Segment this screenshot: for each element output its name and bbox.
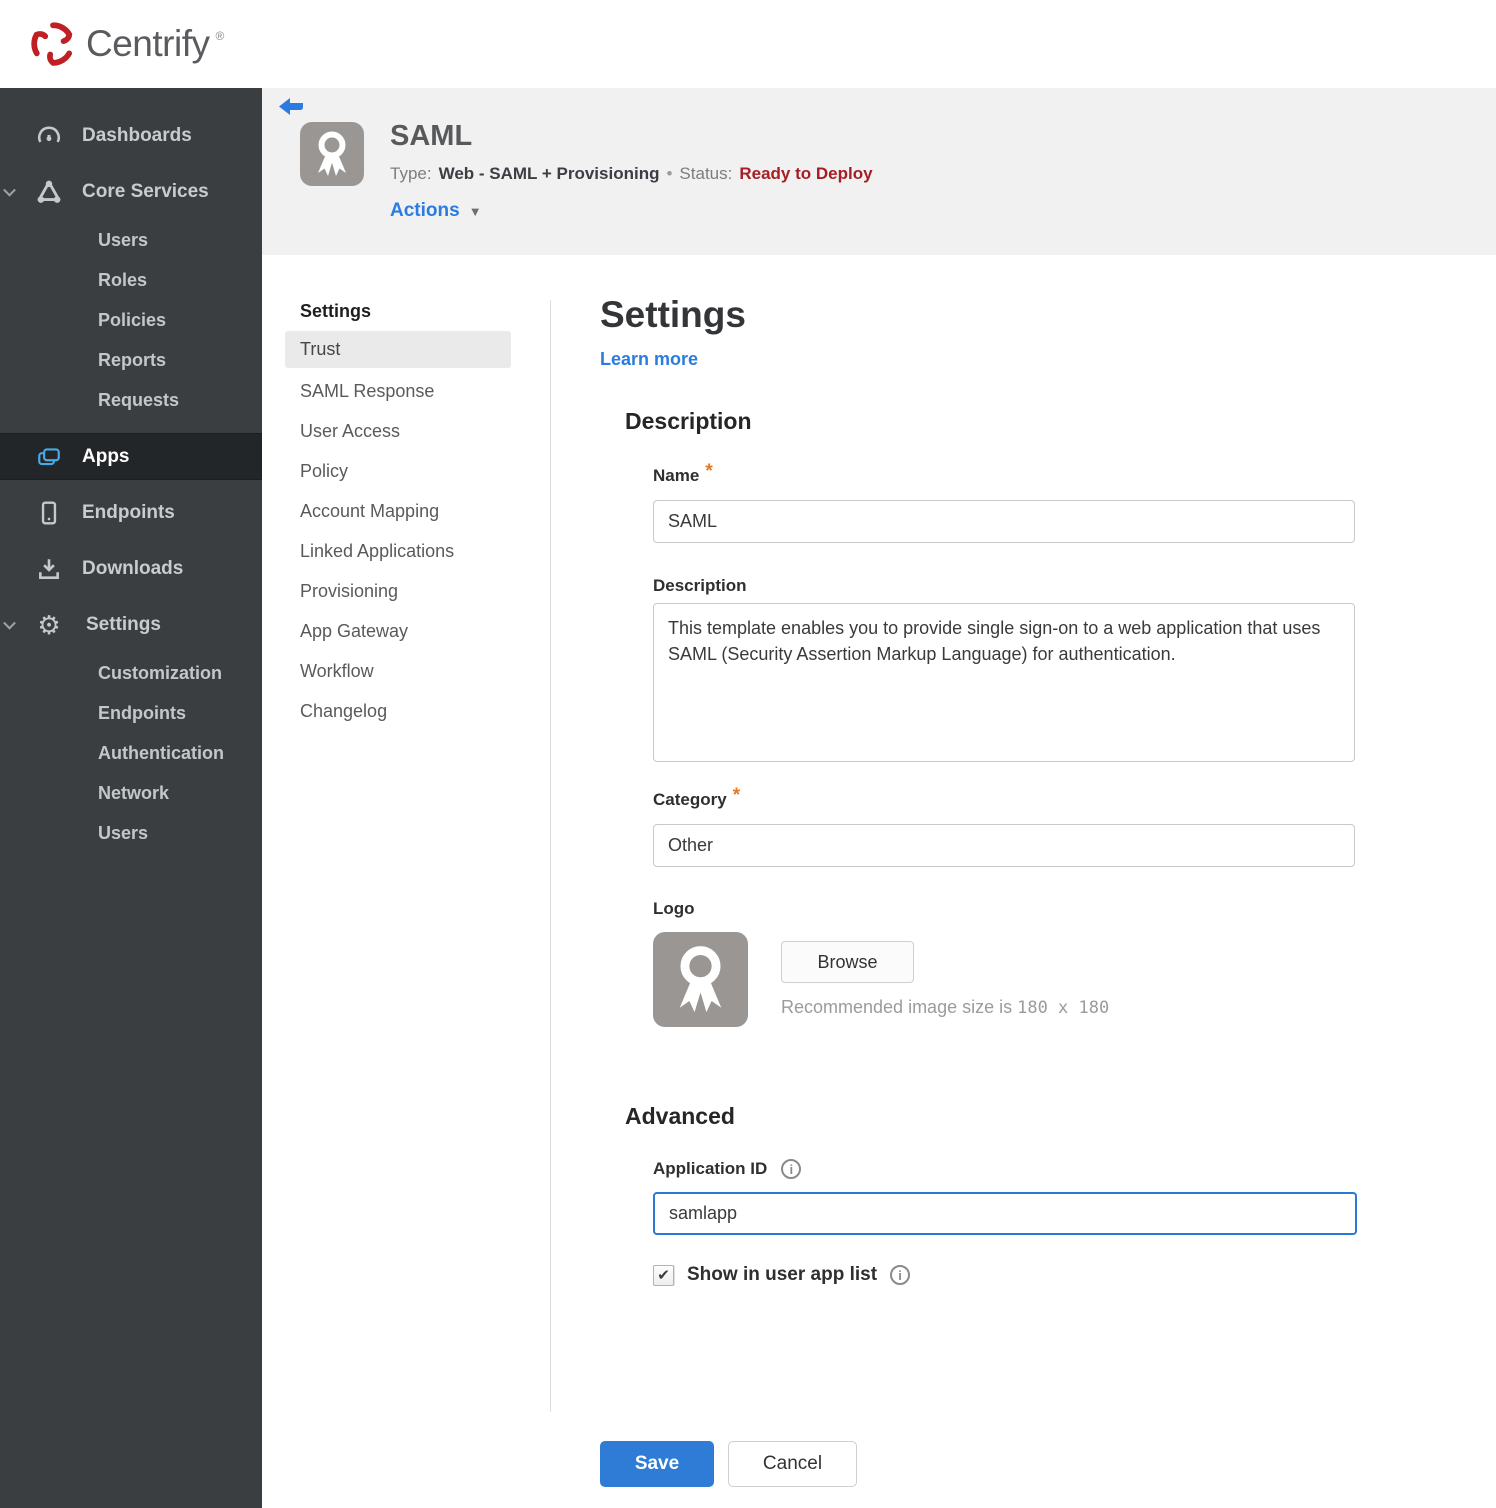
sidebar-item-core-services[interactable]: Core Services: [0, 164, 262, 220]
settings-subnav: Settings Trust SAML Response User Access…: [285, 293, 511, 731]
content-divider: [550, 300, 551, 1412]
sidebar-item-label: Endpoints: [82, 502, 175, 523]
logo-size-value: 180 x 180: [1017, 998, 1110, 1018]
actions-label: Actions: [390, 200, 460, 221]
app-logo-badge-icon: [300, 122, 364, 186]
app-header-band: SAML Type: Web - SAML + Provisioning • S…: [262, 88, 1496, 255]
logo-preview-badge-icon: [653, 932, 748, 1027]
application-id-field-label: Application ID i: [653, 1159, 802, 1179]
description-field-label: Description: [653, 576, 747, 595]
separator-dot: •: [666, 164, 673, 183]
sidebar-item-network[interactable]: Network: [0, 773, 262, 813]
sidebar-item-reports[interactable]: Reports: [0, 340, 262, 380]
type-label: Type:: [390, 164, 432, 183]
description-section-heading: Description: [625, 408, 752, 434]
sidebar-item-label: Core Services: [82, 181, 209, 202]
dashboard-gauge-icon: [36, 123, 62, 149]
name-field-label: Name *: [653, 461, 713, 485]
description-textarea[interactable]: This template enables you to provide sin…: [653, 603, 1355, 762]
actions-button[interactable]: Actions ▼: [390, 200, 482, 222]
brand-logo: Centrify ®: [30, 21, 224, 67]
subnav-item-saml-response[interactable]: SAML Response: [285, 371, 511, 411]
sidebar-item-settings[interactable]: ⚙ Settings: [0, 597, 262, 653]
centrify-swirl-icon: [30, 21, 76, 67]
status-value: Ready to Deploy: [739, 164, 873, 183]
info-icon[interactable]: i: [890, 1265, 911, 1285]
browse-button[interactable]: Browse: [781, 941, 914, 983]
sidebar-item-label: Downloads: [82, 558, 184, 579]
save-button[interactable]: Save: [600, 1441, 714, 1487]
sidebar-item-apps[interactable]: Apps: [0, 433, 262, 480]
logo-field-label: Logo: [653, 899, 695, 918]
subnav-item-provisioning[interactable]: Provisioning: [285, 571, 511, 611]
subnav-item-workflow[interactable]: Workflow: [285, 651, 511, 691]
sidebar-item-authentication[interactable]: Authentication: [0, 733, 262, 773]
sidebar-item-customization[interactable]: Customization: [0, 653, 262, 693]
app-meta-row: Type: Web - SAML + Provisioning • Status…: [390, 164, 873, 184]
show-in-app-list-label: Show in user app list: [687, 1264, 878, 1285]
subnav-item-trust[interactable]: Trust: [285, 331, 511, 368]
download-icon: [36, 556, 62, 582]
top-bar: Centrify ®: [0, 0, 1496, 88]
mobile-device-icon: [36, 500, 62, 526]
show-in-app-list-checkbox[interactable]: ✔: [653, 1264, 674, 1286]
caret-down-icon: ▼: [468, 203, 482, 219]
subnav-title: Settings: [300, 301, 372, 321]
subnav-item-app-gateway[interactable]: App Gateway: [285, 611, 511, 651]
core-services-icon: [36, 179, 62, 205]
sidebar-item-policies[interactable]: Policies: [0, 300, 262, 340]
brand-name: Centrify: [86, 23, 210, 64]
name-input[interactable]: [653, 500, 1355, 543]
application-id-input[interactable]: [653, 1192, 1357, 1235]
core-services-submenu: Users Roles Policies Reports Requests: [0, 220, 262, 420]
subnav-item-linked-applications[interactable]: Linked Applications: [285, 531, 511, 571]
apps-icon: [36, 444, 62, 470]
subnav-item-policy[interactable]: Policy: [285, 451, 511, 491]
brand-trademark: ®: [215, 29, 225, 43]
sidebar-item-dashboards[interactable]: Dashboards: [0, 108, 262, 164]
sidebar-item-label: Dashboards: [82, 125, 192, 146]
sidebar-item-requests[interactable]: Requests: [0, 380, 262, 420]
page-title: Settings: [600, 294, 746, 335]
gear-icon: ⚙: [37, 610, 61, 640]
chevron-down-icon: [3, 616, 16, 630]
sidebar-item-label: Settings: [86, 614, 161, 635]
app-title: SAML: [390, 120, 473, 152]
sidebar-nav: Dashboards Core Services Users Roles Pol…: [0, 88, 262, 1508]
status-label: Status:: [679, 164, 733, 183]
info-icon[interactable]: i: [781, 1159, 802, 1179]
learn-more-link[interactable]: Learn more: [600, 349, 698, 370]
subnav-item-user-access[interactable]: User Access: [285, 411, 511, 451]
required-marker: *: [705, 461, 713, 482]
sidebar-item-users[interactable]: Users: [0, 220, 262, 260]
type-value: Web - SAML + Provisioning: [438, 164, 660, 183]
sidebar-item-users-settings[interactable]: Users: [0, 813, 262, 853]
required-marker: *: [732, 785, 741, 806]
category-input[interactable]: [653, 824, 1355, 867]
category-field-label: Category *: [653, 785, 741, 809]
sidebar-item-label: Apps: [82, 445, 130, 467]
cancel-button[interactable]: Cancel: [728, 1441, 857, 1487]
back-button[interactable]: [278, 97, 304, 119]
advanced-section-heading: Advanced: [625, 1103, 735, 1129]
sidebar-item-roles[interactable]: Roles: [0, 260, 262, 300]
subnav-item-changelog[interactable]: Changelog: [285, 691, 511, 731]
settings-submenu: Customization Endpoints Authentication N…: [0, 653, 262, 853]
logo-size-hint: Recommended image size is 180 x 180: [781, 997, 1110, 1018]
sidebar-item-endpoints[interactable]: Endpoints: [0, 485, 262, 541]
subnav-item-account-mapping[interactable]: Account Mapping: [285, 491, 511, 531]
sidebar-item-endpoints-settings[interactable]: Endpoints: [0, 693, 262, 733]
chevron-down-icon: [3, 183, 16, 197]
sidebar-item-downloads[interactable]: Downloads: [0, 541, 262, 597]
show-in-app-list-row: ✔ Show in user app list i: [653, 1264, 911, 1286]
